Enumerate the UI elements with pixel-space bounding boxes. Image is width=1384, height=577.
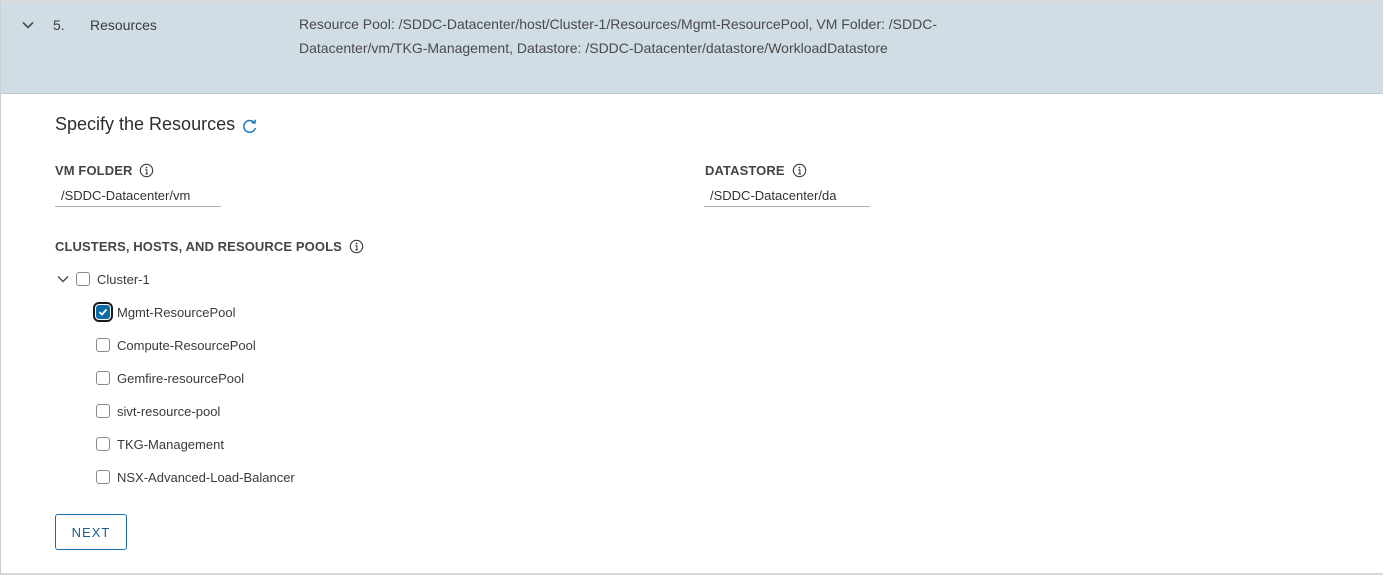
refresh-icon[interactable]: [241, 118, 258, 135]
datastore-input[interactable]: [704, 185, 870, 207]
datastore-label: DATASTORE: [705, 163, 807, 178]
info-icon[interactable]: [792, 163, 807, 178]
chevron-down-icon[interactable]: [56, 272, 70, 286]
vm-folder-label-text: VM FOLDER: [55, 163, 133, 178]
pool-label: TKG-Management: [117, 436, 224, 452]
pool-label: Gemfire-resourcePool: [117, 370, 245, 386]
pool-checkbox[interactable]: [96, 371, 110, 385]
datastore-label-text: DATASTORE: [705, 163, 785, 178]
checkmark-icon: [98, 308, 108, 316]
pool-label: Mgmt-ResourcePool: [117, 304, 236, 320]
cluster-checkbox[interactable]: [76, 272, 90, 286]
pool-checkbox[interactable]: [96, 437, 110, 451]
pool-label: sivt-resource-pool: [117, 403, 221, 419]
step-header[interactable]: 5. Resources Resource Pool: /SDDC-Datace…: [1, 2, 1383, 94]
next-button[interactable]: NEXT: [55, 514, 127, 550]
tree-node-pool: TKG-Management: [96, 434, 224, 454]
section-title: Specify the Resources: [55, 114, 258, 135]
section-title-text: Specify the Resources: [55, 114, 236, 134]
step-number: 5.: [53, 17, 65, 33]
chevron-down-icon[interactable]: [21, 18, 35, 32]
info-icon[interactable]: [139, 163, 154, 178]
pool-label: Compute-ResourcePool: [117, 337, 256, 353]
tree-node-pool: sivt-resource-pool: [96, 401, 220, 421]
step-summary: Resource Pool: /SDDC-Datacenter/host/Clu…: [299, 16, 937, 56]
vm-folder-input[interactable]: [55, 185, 221, 207]
resources-label-text: CLUSTERS, HOSTS, AND RESOURCE POOLS: [55, 239, 342, 254]
pool-label: NSX-Advanced-Load-Balancer: [117, 469, 295, 485]
tree-node-pool: Compute-ResourcePool: [96, 335, 256, 355]
pool-checkbox[interactable]: [96, 470, 110, 484]
tree-node-pool: Gemfire-resourcePool: [96, 368, 244, 388]
pool-checkbox[interactable]: [96, 404, 110, 418]
pool-checkbox[interactable]: [96, 338, 110, 352]
tree-node-cluster: Cluster-1: [56, 269, 150, 289]
cluster-label: Cluster-1: [97, 271, 150, 287]
pool-checkbox[interactable]: [93, 302, 113, 322]
tree-node-pool: NSX-Advanced-Load-Balancer: [96, 467, 295, 487]
step-title: Resources: [90, 17, 157, 33]
resources-label: CLUSTERS, HOSTS, AND RESOURCE POOLS: [55, 239, 364, 254]
info-icon[interactable]: [349, 239, 364, 254]
vm-folder-label: VM FOLDER: [55, 163, 154, 178]
tree-node-pool: Mgmt-ResourcePool: [93, 302, 236, 322]
